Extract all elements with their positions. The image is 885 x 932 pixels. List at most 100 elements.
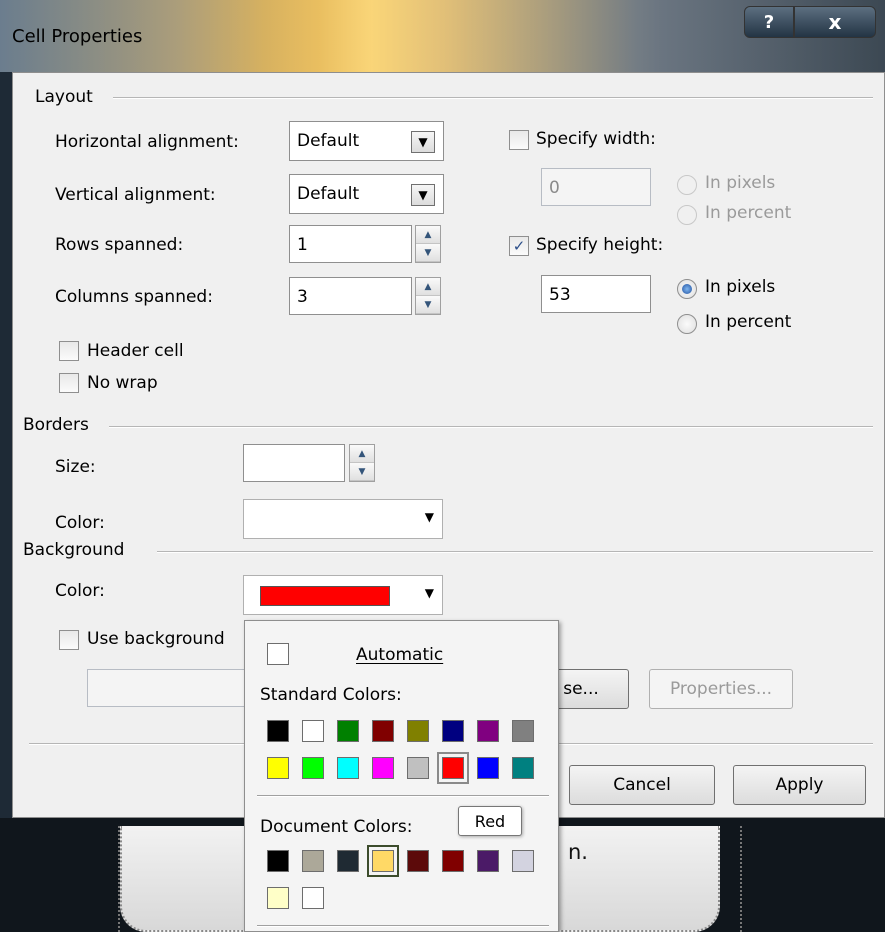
color-swatch[interactable] xyxy=(302,850,324,872)
color-swatch[interactable] xyxy=(267,850,289,872)
header-cell-label[interactable]: Header cell xyxy=(87,341,184,361)
color-swatch[interactable] xyxy=(442,720,464,742)
document-colors-heading: Document Colors: xyxy=(260,817,413,837)
chevron-down-icon[interactable]: ▼ xyxy=(411,131,435,153)
chevron-down-icon[interactable]: ▼ xyxy=(425,510,434,524)
no-wrap-label[interactable]: No wrap xyxy=(87,373,158,393)
color-swatch[interactable] xyxy=(302,720,324,742)
layout-section-label: Layout xyxy=(35,87,101,107)
color-swatch[interactable] xyxy=(367,845,399,877)
border-size-label: Size: xyxy=(55,457,96,477)
height-in-pixels-label: In pixels xyxy=(705,277,776,297)
color-swatch[interactable] xyxy=(337,757,359,779)
specify-width-label[interactable]: Specify width: xyxy=(536,129,656,149)
spin-up-icon[interactable]: ▲ xyxy=(416,278,440,296)
border-size-input[interactable] xyxy=(243,444,345,482)
background-text-fragment: n. xyxy=(568,840,588,864)
spin-up-icon[interactable]: ▲ xyxy=(416,226,440,244)
automatic-color-swatch[interactable] xyxy=(267,643,289,665)
color-swatch[interactable] xyxy=(372,757,394,779)
border-size-stepper[interactable]: ▲ ▼ xyxy=(349,444,375,482)
height-in-percent-label: In percent xyxy=(705,312,792,332)
header-cell-checkbox[interactable] xyxy=(59,341,79,361)
background-color-label: Color: xyxy=(55,581,105,601)
color-tooltip: Red xyxy=(458,806,522,836)
background-color-picker[interactable]: ▼ xyxy=(243,575,443,615)
rows-spanned-input[interactable]: 1 xyxy=(289,225,412,263)
color-swatch[interactable] xyxy=(477,757,499,779)
color-palette-popup: Automatic Standard Colors: Document Colo… xyxy=(244,620,559,932)
color-swatch[interactable] xyxy=(267,887,289,909)
color-swatch[interactable] xyxy=(512,850,534,872)
columns-spanned-stepper[interactable]: ▲ ▼ xyxy=(415,277,441,315)
color-swatch[interactable] xyxy=(267,720,289,742)
width-in-percent-label: In percent xyxy=(705,203,792,223)
no-wrap-checkbox[interactable] xyxy=(59,373,79,393)
width-input[interactable]: 0 xyxy=(541,168,651,206)
height-input[interactable]: 53 xyxy=(541,275,651,313)
use-background-checkbox[interactable] xyxy=(59,630,79,650)
color-swatch[interactable] xyxy=(267,757,289,779)
close-button[interactable]: x xyxy=(794,6,876,38)
specify-height-label[interactable]: Specify height: xyxy=(536,235,663,255)
color-swatch[interactable] xyxy=(337,720,359,742)
chevron-down-icon[interactable]: ▼ xyxy=(411,184,435,206)
color-swatch[interactable] xyxy=(512,757,534,779)
rows-spanned-value: 1 xyxy=(297,235,308,255)
borders-separator xyxy=(109,426,873,428)
rows-spanned-label: Rows spanned: xyxy=(55,235,184,255)
use-background-label[interactable]: Use background xyxy=(87,629,225,649)
width-value: 0 xyxy=(549,178,560,198)
dialog-title: Cell Properties xyxy=(12,26,143,47)
color-swatch[interactable] xyxy=(437,752,469,784)
automatic-color-option[interactable]: Automatic xyxy=(356,645,443,665)
layout-separator xyxy=(113,97,873,99)
columns-spanned-input[interactable]: 3 xyxy=(289,277,412,315)
rows-spanned-stepper[interactable]: ▲ ▼ xyxy=(415,225,441,263)
color-swatch[interactable] xyxy=(407,720,429,742)
width-in-pixels-label: In pixels xyxy=(705,173,776,193)
border-color-label: Color: xyxy=(55,513,105,533)
palette-separator xyxy=(257,795,549,797)
borders-section-label: Borders xyxy=(23,415,97,435)
background-table-cell-right xyxy=(740,826,880,932)
vertical-alignment-value: Default xyxy=(297,184,360,204)
background-section-label: Background xyxy=(23,540,133,560)
standard-colors-heading: Standard Colors: xyxy=(260,685,402,705)
color-swatch[interactable] xyxy=(407,850,429,872)
background-image-path[interactable] xyxy=(87,669,267,707)
properties-button[interactable]: Properties... xyxy=(649,669,793,709)
horizontal-alignment-label: Horizontal alignment: xyxy=(55,132,239,152)
spin-down-icon[interactable]: ▼ xyxy=(416,296,440,314)
help-button[interactable]: ? xyxy=(744,6,794,38)
color-swatch[interactable] xyxy=(407,757,429,779)
palette-separator xyxy=(257,925,549,927)
specify-width-checkbox[interactable] xyxy=(509,130,529,150)
vertical-alignment-label: Vertical alignment: xyxy=(55,185,216,205)
color-swatch[interactable] xyxy=(477,850,499,872)
cancel-button[interactable]: Cancel xyxy=(569,765,715,805)
spin-up-icon[interactable]: ▲ xyxy=(350,445,374,463)
height-in-percent-radio[interactable] xyxy=(677,314,697,334)
apply-button[interactable]: Apply xyxy=(733,765,866,805)
color-swatch[interactable] xyxy=(302,887,324,909)
horizontal-alignment-value: Default xyxy=(297,131,360,151)
width-in-percent-radio[interactable] xyxy=(677,205,697,225)
width-in-pixels-radio[interactable] xyxy=(677,175,697,195)
background-color-swatch xyxy=(260,586,390,606)
specify-height-checkbox[interactable]: ✓ xyxy=(509,236,529,256)
vertical-alignment-dropdown[interactable]: Default ▼ xyxy=(289,174,444,214)
spin-down-icon[interactable]: ▼ xyxy=(416,244,440,262)
color-swatch[interactable] xyxy=(302,757,324,779)
color-swatch[interactable] xyxy=(337,850,359,872)
spin-down-icon[interactable]: ▼ xyxy=(350,463,374,481)
color-swatch[interactable] xyxy=(372,720,394,742)
height-in-pixels-radio[interactable] xyxy=(677,279,697,299)
color-swatch[interactable] xyxy=(442,850,464,872)
color-swatch[interactable] xyxy=(477,720,499,742)
title-bar[interactable]: Cell Properties ? x xyxy=(0,0,885,72)
border-color-picker[interactable]: ▼ xyxy=(243,499,443,539)
color-swatch[interactable] xyxy=(512,720,534,742)
chevron-down-icon[interactable]: ▼ xyxy=(425,586,434,600)
horizontal-alignment-dropdown[interactable]: Default ▼ xyxy=(289,121,444,161)
